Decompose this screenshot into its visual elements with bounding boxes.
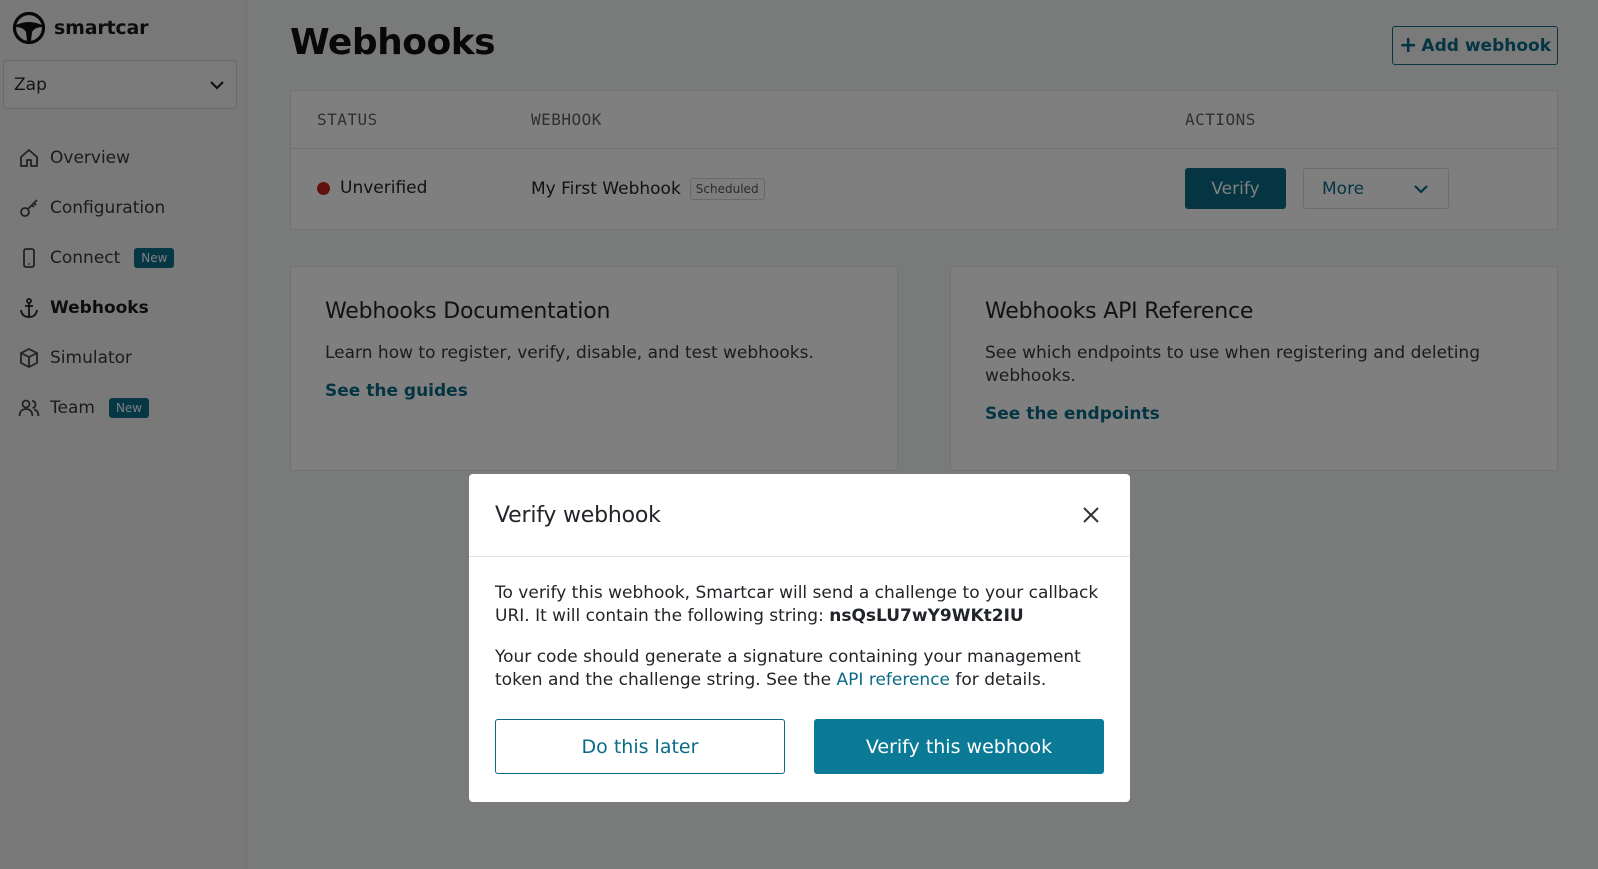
close-button[interactable] — [1078, 502, 1104, 528]
verify-webhook-modal: Verify webhook To verify this webhook, S… — [469, 474, 1130, 802]
challenge-string: nsQsLU7wY9WKt2IU — [829, 606, 1024, 626]
modal-header: Verify webhook — [469, 474, 1130, 557]
signature-paragraph: Your code should generate a signature co… — [495, 646, 1104, 692]
close-icon — [1083, 507, 1099, 523]
api-reference-link[interactable]: API reference — [837, 670, 950, 690]
modal-title: Verify webhook — [495, 502, 661, 528]
challenge-paragraph: To verify this webhook, Smartcar will se… — [495, 582, 1104, 628]
modal-body: To verify this webhook, Smartcar will se… — [469, 557, 1130, 692]
verify-this-webhook-button[interactable]: Verify this webhook — [814, 719, 1104, 774]
do-this-later-button[interactable]: Do this later — [495, 719, 785, 774]
signature-text-end: for details. — [950, 670, 1047, 690]
modal-actions: Do this later Verify this webhook — [495, 719, 1104, 774]
